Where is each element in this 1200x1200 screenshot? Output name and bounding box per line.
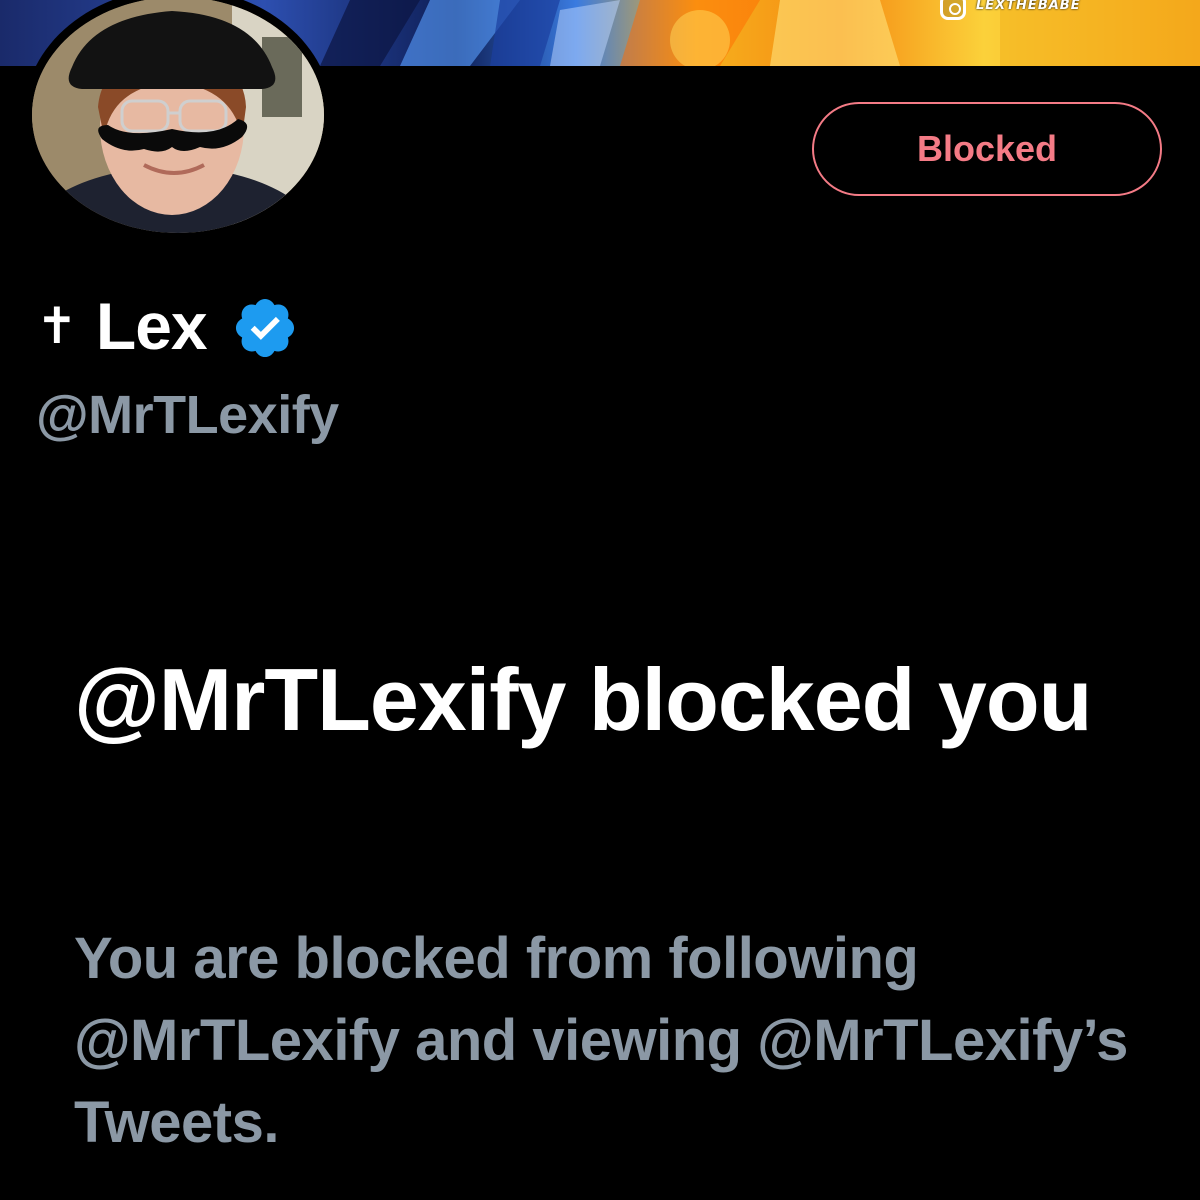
profile-name-row: ✝ Lex: [36, 286, 299, 366]
avatar[interactable]: [24, 0, 332, 242]
cross-symbol: ✝: [36, 297, 78, 355]
profile-handle: @MrTLexify: [36, 385, 339, 445]
display-name: Lex: [95, 289, 208, 363]
banner-watermark: LEXTHEBABE: [940, 0, 1081, 22]
verified-badge-icon[interactable]: [231, 294, 299, 362]
block-notice-title: @MrTLexify blocked you: [74, 650, 1092, 749]
avatar-image: [32, 0, 324, 233]
block-notice-message: You are blocked from following @MrTLexif…: [74, 926, 1128, 1155]
instagram-icon: [940, 0, 966, 20]
avatar-photo: [32, 0, 324, 233]
banner-watermark-handle: LEXTHEBABE: [976, 0, 1081, 13]
blocked-button[interactable]: Blocked: [812, 102, 1162, 196]
